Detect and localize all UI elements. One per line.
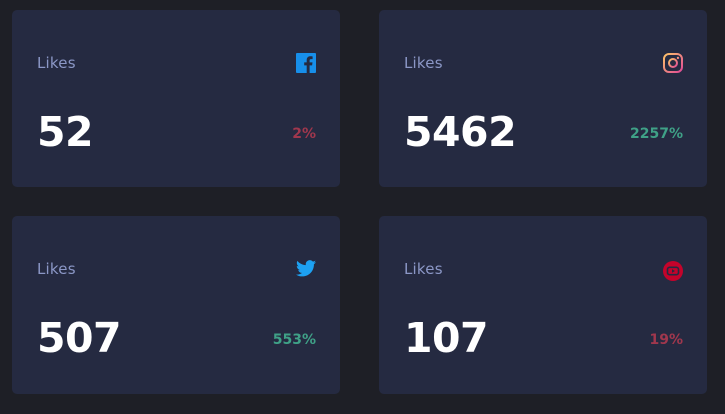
stat-value: 507: [37, 314, 122, 362]
stat-change: 2257%: [630, 126, 683, 142]
stat-card-twitter: Likes 507 553%: [12, 216, 340, 394]
stat-change: 553%: [272, 332, 316, 348]
youtube-icon: [663, 261, 683, 281]
stat-value: 107: [404, 314, 489, 362]
instagram-icon: [663, 53, 683, 73]
stat-label: Likes: [37, 260, 76, 278]
stat-label: Likes: [37, 54, 76, 72]
stat-card-facebook: Likes 52 2%: [12, 10, 340, 187]
stat-value: 5462: [404, 108, 517, 156]
stat-value: 52: [37, 108, 94, 156]
stats-grid: Likes 52 2% Likes 5462 2257% Likes 507 5…: [0, 0, 725, 414]
stat-card-youtube: Likes 107 19%: [379, 216, 707, 394]
stat-change: 19%: [649, 332, 683, 348]
stat-label: Likes: [404, 260, 443, 278]
stat-change: 2%: [292, 126, 316, 142]
twitter-icon: [296, 260, 316, 280]
stat-label: Likes: [404, 54, 443, 72]
stat-card-instagram: Likes 5462 2257%: [379, 10, 707, 187]
facebook-icon: [296, 53, 316, 73]
